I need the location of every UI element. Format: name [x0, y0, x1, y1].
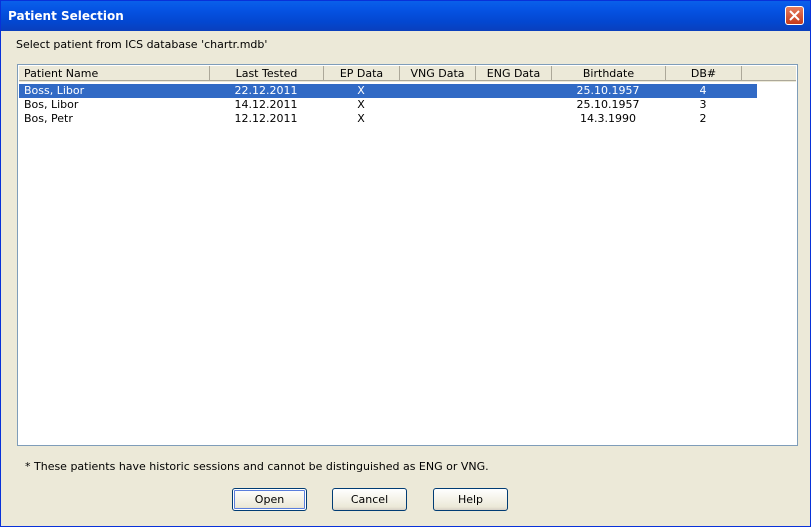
cell-ep-data: X: [357, 112, 365, 125]
cell-birthdate: 25.10.1957: [576, 84, 640, 97]
title-bar[interactable]: Patient Selection: [1, 1, 810, 31]
column-header-vng-data[interactable]: VNG Data: [400, 66, 476, 81]
cell-vng-data: [399, 112, 475, 126]
cell-patient-name: Bos, Petr: [24, 112, 73, 125]
cell-eng-data: [475, 98, 551, 112]
column-header-eng-data[interactable]: ENG Data: [476, 66, 552, 81]
help-button[interactable]: Help: [433, 488, 508, 511]
window-title: Patient Selection: [8, 9, 124, 23]
historic-sessions-note: * These patients have historic sessions …: [25, 460, 489, 473]
cancel-button[interactable]: Cancel: [332, 488, 407, 511]
cell-ep-data: X: [357, 84, 365, 97]
cell-vng-data: [399, 84, 475, 98]
column-header-last-tested[interactable]: Last Tested: [210, 66, 324, 81]
cell-db-number: 3: [699, 98, 707, 111]
open-button[interactable]: Open: [232, 488, 307, 511]
patient-list[interactable]: Patient Name Last Tested EP Data VNG Dat…: [17, 64, 798, 446]
cell-ep-data: X: [357, 98, 365, 111]
table-row[interactable]: Bos, Petr 12.12.2011 X 14.3.1990 2: [19, 112, 757, 126]
cell-last-tested: 22.12.2011: [234, 84, 298, 97]
close-icon: [789, 10, 800, 21]
column-header-ep-data[interactable]: EP Data: [324, 66, 400, 81]
cell-db-number: 4: [699, 84, 707, 97]
cell-birthdate: 14.3.1990: [580, 112, 636, 125]
cell-eng-data: [475, 112, 551, 126]
cell-vng-data: [399, 98, 475, 112]
cell-last-tested: 14.12.2011: [234, 98, 298, 111]
column-header-patient-name[interactable]: Patient Name: [19, 66, 210, 81]
cell-patient-name: Boss, Libor: [24, 84, 85, 97]
column-header-db-number[interactable]: DB#: [666, 66, 742, 81]
table-row[interactable]: Boss, Libor 22.12.2011 X 25.10.1957 4: [19, 84, 757, 98]
close-button[interactable]: [785, 6, 804, 25]
cell-patient-name: Bos, Libor: [24, 98, 79, 111]
column-header-birthdate[interactable]: Birthdate: [552, 66, 666, 81]
cell-db-number: 2: [699, 112, 707, 125]
table-row[interactable]: Bos, Libor 14.12.2011 X 25.10.1957 3: [19, 98, 757, 112]
list-header: Patient Name Last Tested EP Data VNG Dat…: [19, 66, 796, 82]
column-header-filler: [742, 66, 796, 81]
database-prompt: Select patient from ICS database 'chartr…: [16, 38, 268, 51]
cell-birthdate: 25.10.1957: [576, 98, 640, 111]
cell-last-tested: 12.12.2011: [234, 112, 298, 125]
patient-selection-dialog: Patient Selection Select patient from IC…: [0, 0, 811, 527]
cell-eng-data: [475, 84, 551, 98]
